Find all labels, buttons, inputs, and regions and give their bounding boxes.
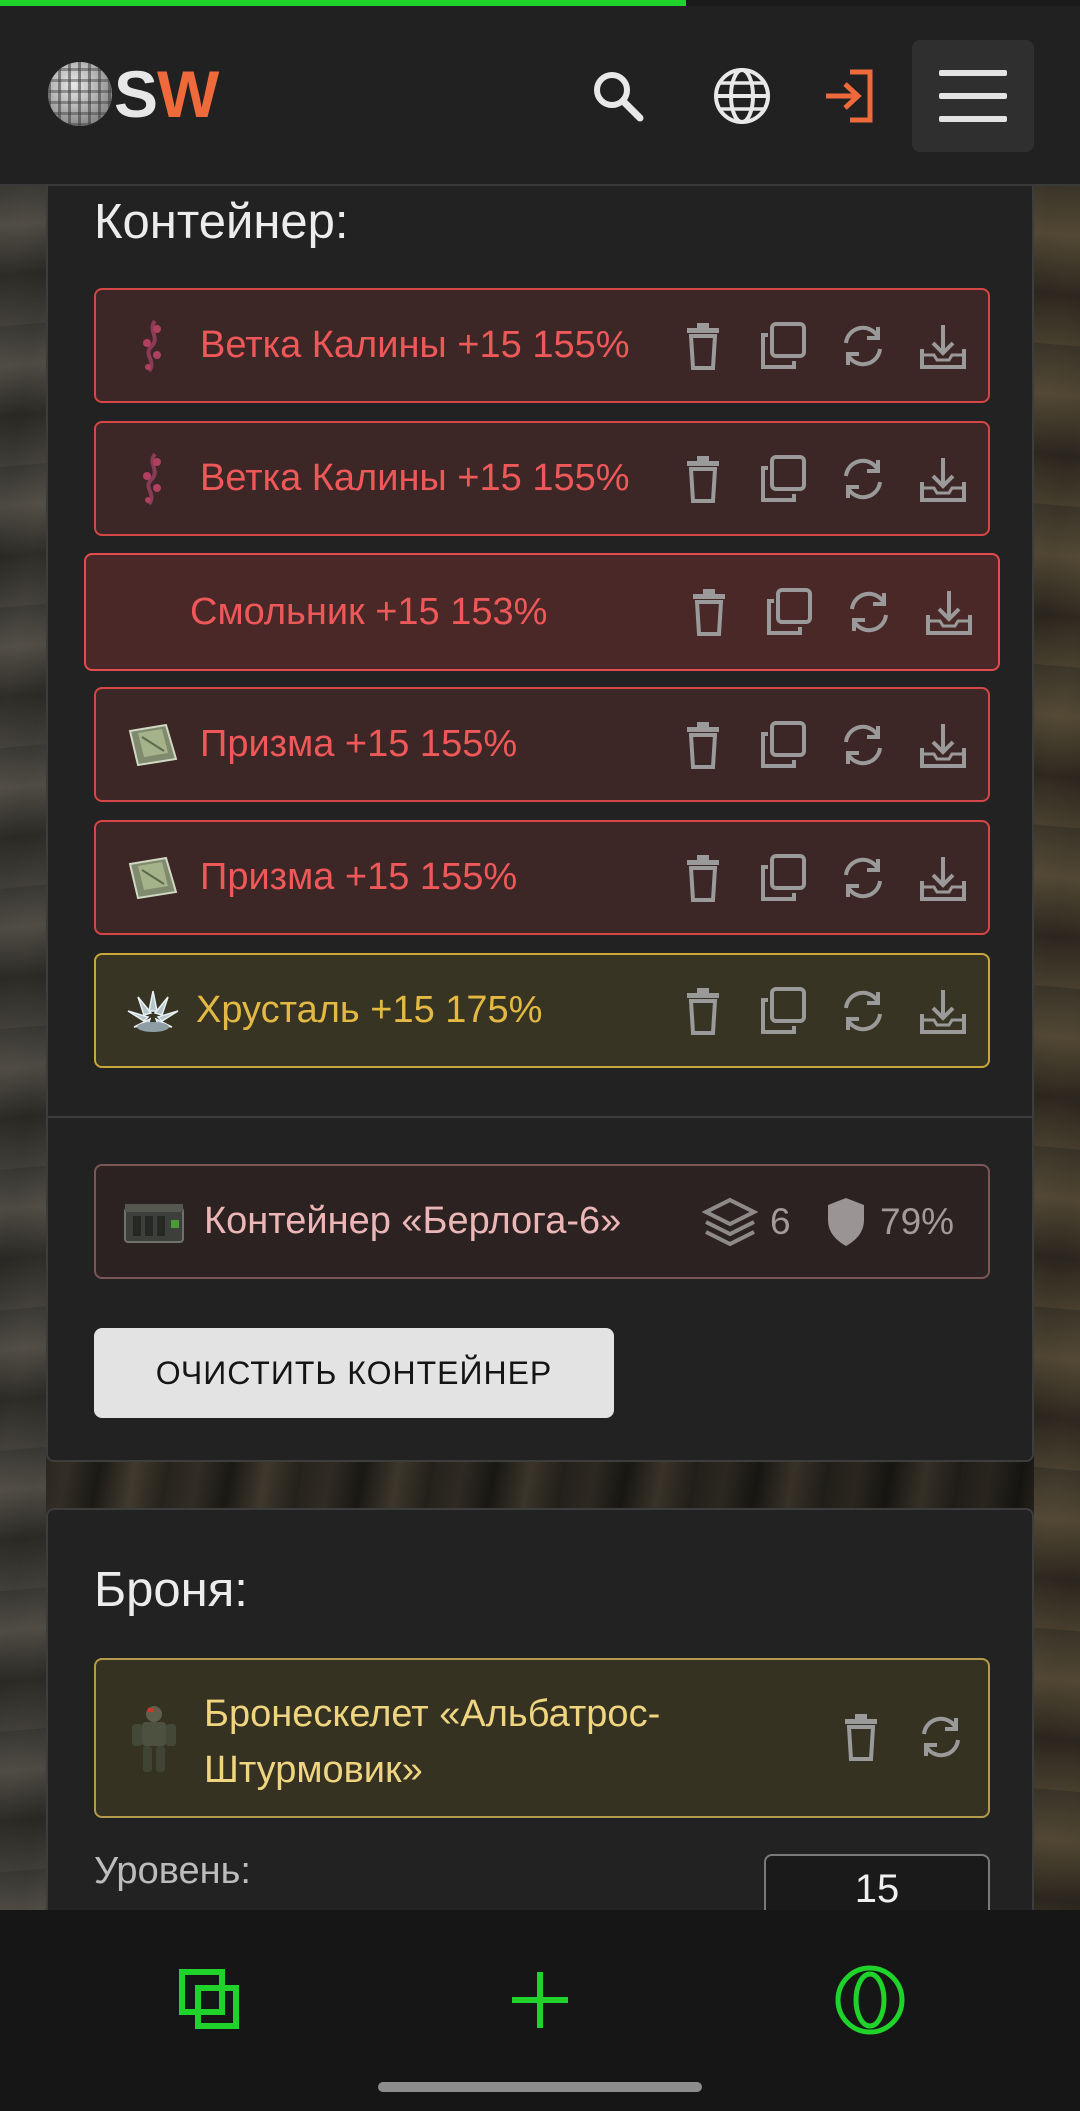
swap-icon[interactable] [916,1712,966,1762]
selected-container[interactable]: Контейнер «Берлога-6» 6 79% [94,1164,990,1279]
copy-icon[interactable] [758,853,808,903]
delete-icon[interactable] [678,720,728,770]
item-name: Ветка Калины +15 155% [200,457,630,499]
delete-icon[interactable] [678,986,728,1036]
container-item[interactable]: Призма +15 155% [94,820,990,935]
delete-icon[interactable] [684,587,734,637]
container-protection: 79% [824,1196,954,1248]
progress-fill [0,0,686,6]
background-right-edge [1034,186,1080,1911]
download-icon[interactable] [924,587,974,637]
armor-name: Бронескелет «Альбатрос-Штурмовик» [204,1693,661,1791]
armor-section-title: Броня: [94,1563,248,1617]
download-icon[interactable] [918,986,968,1036]
copy-icon[interactable] [758,986,808,1036]
swap-icon[interactable] [838,321,888,371]
viburnum-branch-icon [124,450,182,508]
delete-icon[interactable] [678,321,728,371]
copy-icon[interactable] [764,587,814,637]
delete-icon[interactable] [678,853,728,903]
container-item[interactable]: Смольник +15 153% [84,553,1000,671]
container-box-icon [122,1193,186,1251]
top-app-bar: SW [0,6,1080,186]
logo-letter-w: W [157,57,219,131]
container-item[interactable]: Ветка Калины +15 155% [94,421,990,536]
tabs-icon[interactable] [170,1960,250,2040]
background-left-edge [0,186,46,1911]
viburnum-branch-icon [124,317,182,375]
copy-icon[interactable] [758,321,808,371]
delete-icon[interactable] [836,1712,886,1762]
selected-armor[interactable]: Бронескелет «Альбатрос-Штурмовик» [94,1658,990,1818]
menu-button[interactable] [912,40,1034,152]
section-divider [48,1116,1032,1118]
swap-icon[interactable] [838,720,888,770]
home-indicator[interactable] [378,2082,702,2092]
prism-icon [124,716,182,774]
container-section-title: Контейнер: [94,195,349,249]
crystal-icon [124,982,182,1040]
container-item[interactable]: Призма +15 155% [94,687,990,802]
download-icon[interactable] [918,853,968,903]
logo-globe-icon [48,62,112,126]
container-name: Контейнер «Берлога-6» [204,1200,622,1242]
container-item[interactable]: Хрусталь +15 175% [94,953,990,1068]
copy-icon[interactable] [758,720,808,770]
level-label: Уровень: [94,1850,251,1892]
copy-icon[interactable] [758,454,808,504]
delete-icon[interactable] [678,454,728,504]
swap-icon[interactable] [844,587,894,637]
armor-panel: Броня: Бронескелет «Альбатрос-Штурмовик»… [46,1508,1034,1968]
item-name: Призма +15 155% [200,856,518,898]
swap-icon[interactable] [838,454,888,504]
search-icon[interactable] [586,64,650,128]
download-icon[interactable] [918,720,968,770]
container-panel: Контейнер: Ветка Калины +15 155% Ветка К… [46,150,1034,1462]
container-protection-value: 79% [880,1200,955,1242]
site-logo[interactable]: SW [48,61,219,127]
swap-icon[interactable] [838,986,888,1036]
clear-container-button[interactable]: ОЧИСТИТЬ КОНТЕЙНЕР [94,1328,614,1418]
opera-menu-icon[interactable] [830,1960,910,2040]
item-name: Смольник +15 153% [190,590,548,633]
container-slots-value: 6 [770,1200,791,1242]
layers-icon [702,1197,758,1246]
item-name: Призма +15 155% [200,723,518,765]
download-icon[interactable] [918,454,968,504]
item-name: Ветка Калины +15 155% [200,324,630,366]
container-item[interactable]: Ветка Калины +15 155% [94,288,990,403]
bottom-navigation [0,1910,1080,2111]
swap-icon[interactable] [838,853,888,903]
item-name: Хрусталь +15 175% [196,989,543,1031]
page-load-progress [0,0,1080,6]
container-slots: 6 [702,1194,791,1250]
prism-icon [124,849,182,907]
shield-icon [828,1197,864,1246]
new-tab-plus-icon[interactable] [500,1960,580,2040]
login-icon[interactable] [818,64,882,128]
logo-letter-s: S [114,57,158,131]
exoskeleton-icon [126,1704,182,1776]
download-icon[interactable] [918,321,968,371]
globe-icon[interactable] [710,64,774,128]
